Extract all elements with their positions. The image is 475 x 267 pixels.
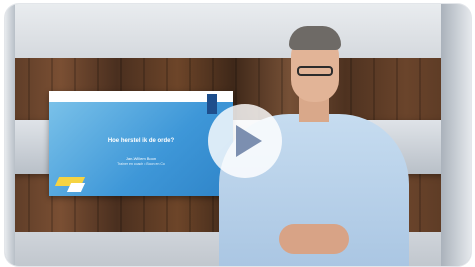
slide-header-bar	[49, 91, 233, 102]
studio-pillar-right	[441, 4, 471, 266]
play-icon	[236, 125, 262, 157]
presentation-slide: Hoe herstel ik de orde? Jan-Willem Boon …	[49, 91, 233, 196]
studio-pillar-left	[5, 4, 15, 266]
slide-title: Hoe herstel ik de orde?	[107, 138, 175, 144]
presenter-hands	[279, 224, 349, 254]
play-button[interactable]	[208, 104, 282, 178]
presenter-hair	[289, 26, 341, 50]
slide-role: Trainer en coach • Boon en Co	[117, 162, 165, 166]
presenter-glasses	[297, 66, 333, 76]
slide-author: Jan-Willem Boon	[125, 156, 157, 161]
slide-logo-badge	[207, 94, 217, 114]
slide-accent-shape-white	[66, 183, 86, 192]
